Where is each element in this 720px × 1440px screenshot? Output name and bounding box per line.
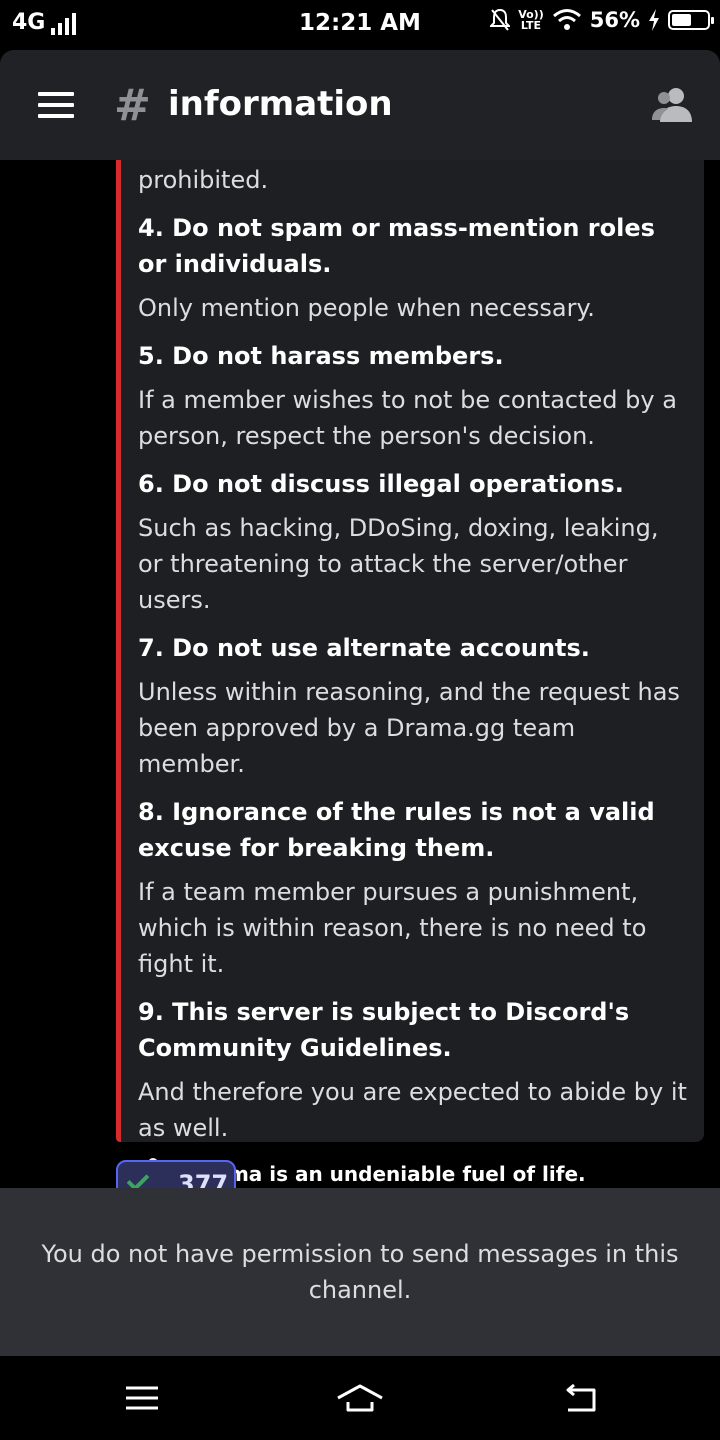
rule-description: If a team member pursues a punishment, w… [138, 878, 647, 978]
rule-description: Such as hacking, DDoSing, doxing, leakin… [138, 514, 659, 614]
mute-icon [490, 8, 511, 31]
check-icon [126, 1168, 150, 1188]
menu-icon[interactable] [38, 92, 74, 118]
members-icon[interactable] [652, 86, 694, 122]
rules-embed: prohibited. 4. Do not spam or mass-menti… [116, 160, 704, 1188]
status-bar: 4G 12:21 AM Vo)) LTE 56% [0, 0, 720, 50]
partial-text: prohibited. [138, 166, 269, 194]
channel-header: # information [0, 50, 720, 160]
rule-description: If a member wishes to not be contacted b… [138, 386, 677, 450]
rule-title: 6. Do not discuss illegal operations. [138, 470, 624, 498]
rule-title: 9. This server is subject to Discord's C… [138, 998, 630, 1062]
rule-title: 8. Ignorance of the rules is not a valid… [138, 798, 655, 862]
rule-description: Only mention people when necessary. [138, 294, 595, 322]
volte-indicator: Vo)) LTE [518, 8, 544, 32]
reaction-button[interactable]: 377 [116, 1160, 236, 1188]
rule-title: 4. Do not spam or mass-mention roles or … [138, 214, 655, 278]
rule-description: Unless within reasoning, and the request… [138, 678, 680, 778]
rule-title: 7. Do not use alternate accounts. [138, 634, 590, 662]
rule-description: And therefore you are expected to abide … [138, 1078, 687, 1142]
home-icon[interactable] [336, 1382, 384, 1414]
message-list[interactable]: prohibited. 4. Do not spam or mass-menti… [0, 160, 720, 1188]
channel-hash-icon: # [114, 80, 151, 131]
back-icon[interactable] [560, 1382, 600, 1414]
wifi-icon [552, 9, 581, 30]
recents-icon[interactable] [122, 1382, 162, 1414]
status-icons: Vo)) LTE 56% [490, 8, 714, 32]
rule-title: 5. Do not harass members. [138, 342, 504, 370]
reaction-count: 377 [178, 1170, 229, 1188]
channel-title: information [168, 84, 393, 124]
battery-percent: 56% [589, 8, 640, 32]
charging-icon [649, 9, 659, 31]
footer-text: Drama is an undeniable fuel of life. [188, 1162, 586, 1186]
battery-icon [668, 10, 714, 30]
system-nav-bar [0, 1356, 720, 1440]
permission-notice: You do not have permission to send messa… [0, 1188, 720, 1356]
